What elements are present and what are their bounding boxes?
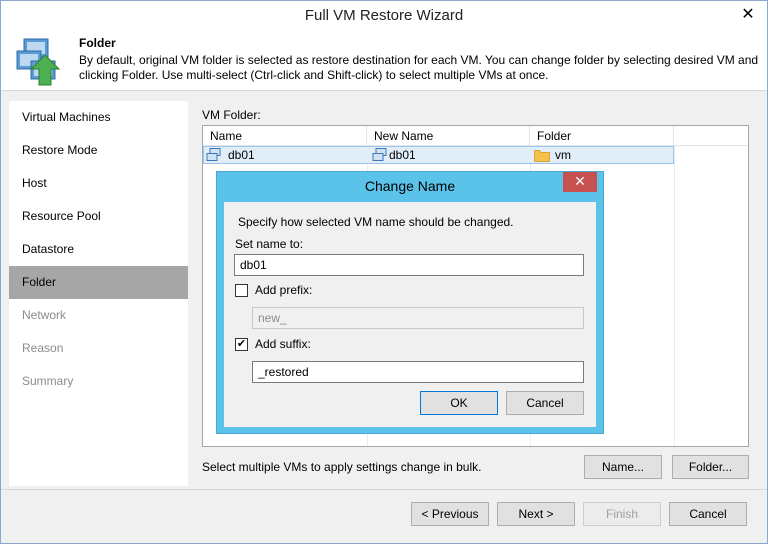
nav-item-folder[interactable]: Folder <box>9 266 188 299</box>
add-suffix-checkbox[interactable]: ✔ <box>235 338 248 351</box>
nav-item-virtual-machines[interactable]: Virtual Machines <box>9 101 188 134</box>
name-button[interactable]: Name... <box>584 455 662 479</box>
nav-item-summary: Summary <box>22 374 74 388</box>
add-prefix-checkbox[interactable] <box>235 284 248 297</box>
bulk-note: Select multiple VMs to apply settings ch… <box>202 460 482 474</box>
column-header-name[interactable]: Name <box>203 126 367 146</box>
vm-icon <box>372 148 387 161</box>
vm-folder-label: VM Folder: <box>202 108 261 122</box>
grid-divider <box>674 146 675 446</box>
change-name-dialog: Change Name ✕ Specify how selected VM na… <box>216 171 604 434</box>
suffix-input[interactable] <box>252 361 584 383</box>
wizard-steps-nav: Virtual Machines Restore Mode Host Resou… <box>9 101 188 486</box>
column-header-folder[interactable]: Folder <box>530 126 674 146</box>
set-name-label: Set name to: <box>235 237 304 251</box>
vm-folder-cell: vm <box>555 148 571 162</box>
nav-item-reason: Reason <box>22 341 64 355</box>
dialog-title: Change Name <box>364 178 456 194</box>
ok-button[interactable]: OK <box>420 391 498 415</box>
window-title: Full VM Restore Wizard <box>304 7 464 24</box>
window-close-button[interactable]: ✕ <box>737 5 759 25</box>
nav-item-network: Network <box>22 308 67 322</box>
vm-name-cell: db01 <box>228 148 255 162</box>
nav-item-resource-pool[interactable]: Resource Pool <box>9 200 188 233</box>
nav-item-restore-mode[interactable]: Restore Mode <box>9 134 188 167</box>
step-description: By default, original VM folder is select… <box>79 53 759 82</box>
vm-restore-icon <box>16 38 61 86</box>
prefix-input <box>252 307 584 329</box>
finish-button: Finish <box>583 502 661 526</box>
column-header-new-name[interactable]: New Name <box>367 126 530 146</box>
dialog-body: Specify how selected VM name should be c… <box>224 202 596 427</box>
cancel-button[interactable]: Cancel <box>669 502 747 526</box>
step-title: Folder <box>79 36 116 50</box>
dialog-close-button[interactable]: ✕ <box>563 172 597 192</box>
wizard-header: Folder By default, original VM folder is… <box>1 31 767 91</box>
wizard-footer: < Previous Next > Finish Cancel <box>1 489 767 543</box>
add-suffix-label: Add suffix: <box>255 337 311 351</box>
dialog-instruction: Specify how selected VM name should be c… <box>238 215 514 229</box>
dialog-cancel-button[interactable]: Cancel <box>506 391 584 415</box>
grid-header: Name New Name Folder <box>203 126 748 146</box>
checkmark-icon: ✔ <box>236 338 247 350</box>
vm-icon <box>206 148 221 161</box>
next-button[interactable]: Next > <box>497 502 575 526</box>
title-bar: Full VM Restore Wizard ✕ <box>1 1 767 31</box>
folder-icon <box>534 150 550 162</box>
previous-button[interactable]: < Previous <box>411 502 489 526</box>
folder-button[interactable]: Folder... <box>672 455 749 479</box>
close-icon: ✕ <box>574 173 586 189</box>
table-row[interactable]: db01 db01 vm <box>203 146 674 164</box>
set-name-input[interactable] <box>234 254 584 276</box>
vm-new-name-cell: db01 <box>389 148 416 162</box>
close-icon: ✕ <box>741 6 755 23</box>
nav-item-host[interactable]: Host <box>9 167 188 200</box>
nav-item-datastore[interactable]: Datastore <box>9 233 188 266</box>
add-prefix-label: Add prefix: <box>255 283 313 297</box>
